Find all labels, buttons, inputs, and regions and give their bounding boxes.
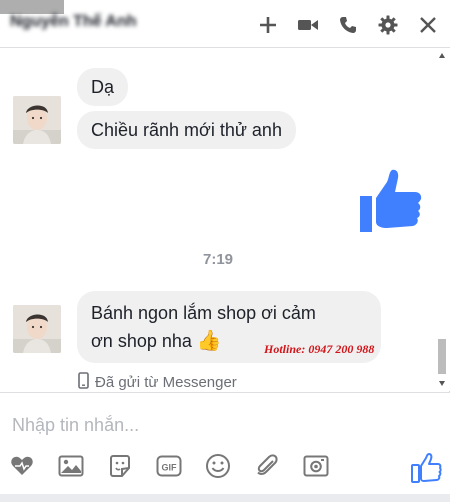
camera-icon[interactable]: [302, 452, 330, 480]
close-icon[interactable]: [414, 11, 442, 39]
gif-icon[interactable]: GIF: [155, 452, 183, 480]
header-avatar-strip: [0, 0, 64, 14]
avatar: [13, 96, 61, 144]
message-line: Bánh ngon lắm shop ơi cảm: [91, 303, 316, 323]
sent-status-label: Đã gửi từ Messenger: [95, 374, 237, 391]
thumbs-up-icon: [359, 168, 423, 234]
message-input[interactable]: [12, 413, 412, 437]
timestamp: 7:19: [202, 251, 234, 268]
thumbs-up-emoji: 👍: [196, 330, 222, 352]
send-like-button[interactable]: [410, 452, 442, 484]
heart-icon[interactable]: [8, 452, 36, 480]
chat-header: Nguyễn Thế Anh: [0, 0, 450, 48]
attachment-icon[interactable]: [253, 452, 281, 480]
scroll-down-arrow[interactable]: [439, 381, 445, 386]
composer: GIF: [0, 392, 450, 502]
hotline-watermark: Hotline: 0947 200 988: [264, 342, 375, 356]
photo-icon[interactable]: [57, 452, 85, 480]
mobile-icon: [78, 372, 89, 393]
message-bubble: Chiều rãnh mới thử anh: [77, 111, 296, 149]
gear-icon[interactable]: [374, 11, 402, 39]
scroll-up-arrow[interactable]: [439, 53, 445, 58]
scrollbar-thumb[interactable]: [438, 339, 446, 374]
sent-status: Đã gửi từ Messenger: [78, 372, 237, 393]
composer-tools: GIF: [8, 452, 351, 480]
message-bubble: Dạ: [77, 68, 129, 106]
plus-icon[interactable]: [254, 11, 282, 39]
avatar: [13, 305, 61, 353]
svg-text:GIF: GIF: [162, 463, 178, 473]
chat-window: Nguyễn Thế Anh Dạ Chiều rãnh mới thử anh…: [0, 0, 450, 502]
header-actions: [254, 11, 442, 39]
message-list[interactable]: Dạ Chiều rãnh mới thử anh 7:19 Bánh ngon…: [0, 48, 450, 391]
sticker-icon[interactable]: [106, 452, 134, 480]
window-bottom-edge: [0, 494, 450, 502]
video-call-icon[interactable]: [294, 11, 322, 39]
conversation-title[interactable]: Nguyễn Thế Anh: [10, 13, 235, 35]
scrollbar[interactable]: [437, 48, 447, 391]
message-text: ơn shop nha: [91, 331, 192, 351]
emoji-icon[interactable]: [204, 452, 232, 480]
phone-icon[interactable]: [334, 11, 362, 39]
